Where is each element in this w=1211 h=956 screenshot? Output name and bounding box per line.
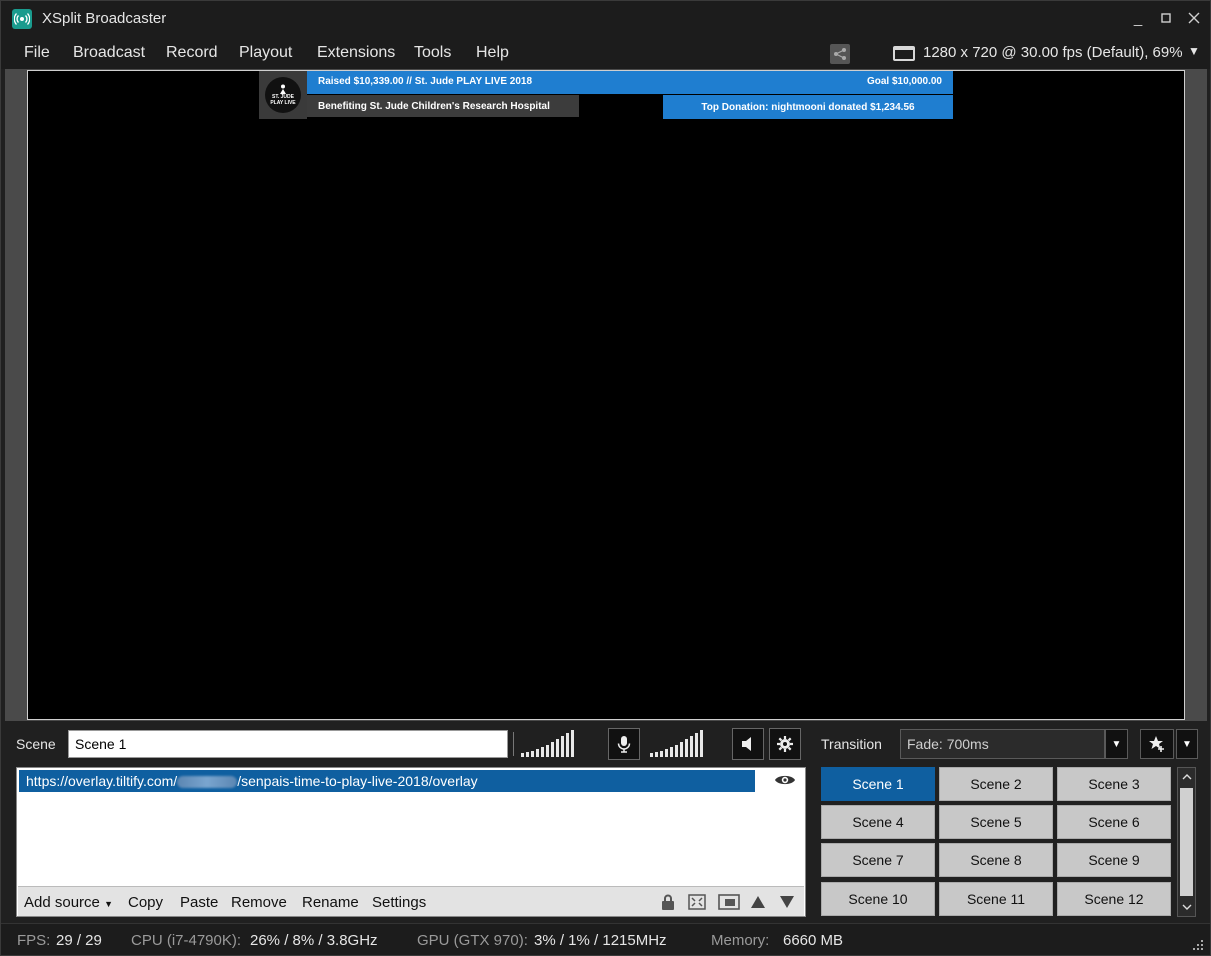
overlay-benefit-text: Benefiting St. Jude Children's Research … [318,101,550,112]
star-add-icon [1149,736,1164,752]
resolution-caret-icon[interactable]: ▼ [1188,44,1200,58]
remove-button[interactable]: Remove [231,894,287,911]
stage-preview[interactable] [27,70,1185,720]
divider [513,732,514,756]
menu-tools[interactable]: Tools [414,44,451,62]
xsplit-broadcast-icon [12,9,32,29]
speaker-icon [742,737,751,751]
scene-button-11[interactable]: Scene 11 [939,882,1053,916]
fps-label: FPS: [17,932,51,949]
source-url-prefix: https://overlay.tiltify.com/ [26,773,178,789]
close-button[interactable] [1186,7,1202,29]
settings-button[interactable]: Settings [372,894,426,911]
monitor-icon [893,46,915,61]
menu-record[interactable]: Record [166,44,218,62]
memory-value: 6660 MB [783,932,844,949]
st-jude-figure-icon [280,84,286,94]
source-toolbar: Add source ▼ Copy Paste Remove Rename Se… [18,886,804,916]
scene-button-9[interactable]: Scene 9 [1057,843,1171,877]
transition-effects-button[interactable] [1140,729,1174,759]
overlay-raised-text: Raised $10,339.00 // St. Jude PLAY LIVE … [318,76,533,87]
copy-button[interactable]: Copy [128,894,163,911]
minimize-button[interactable]: _ [1130,7,1146,29]
scroll-up-icon[interactable] [1178,768,1195,786]
picture-in-picture-icon[interactable] [717,894,741,910]
audio-settings-button[interactable] [769,728,801,760]
scene-button-2[interactable]: Scene 2 [939,767,1053,801]
move-down-icon[interactable] [778,894,796,910]
close-icon [1188,12,1200,24]
scene-button-10[interactable]: Scene 10 [821,882,935,916]
transition-label: Transition [821,736,882,752]
scroll-down-icon[interactable] [1178,898,1195,916]
menu-playout[interactable]: Playout [239,44,292,62]
maximize-button[interactable] [1158,7,1174,29]
scene-button-6[interactable]: Scene 6 [1057,805,1171,839]
scene-button-4[interactable]: Scene 4 [821,805,935,839]
scene-label: Scene [16,736,56,752]
scene-button-1[interactable]: Scene 1 [821,767,935,801]
scene-name-input[interactable] [68,730,508,758]
overlay-raised-bar: Raised $10,339.00 // St. Jude PLAY LIVE … [307,71,953,94]
effects-dropdown-icon[interactable]: ▼ [1176,729,1198,759]
overlay-top-donation-text: Top Donation: nightmooni donated $1,234.… [701,102,915,113]
memory-label: Memory: [711,932,770,949]
speaker-button[interactable] [732,728,764,760]
microphone-button[interactable] [608,728,640,760]
share-icon[interactable] [830,44,850,64]
move-up-icon[interactable] [749,894,767,910]
menu-file[interactable]: File [24,44,50,62]
scene-button-5[interactable]: Scene 5 [939,805,1053,839]
overlay-goal-text: Goal $10,000.00 [866,76,942,87]
logo-line2: PLAY LIVE [270,100,296,106]
st-jude-logo: ST. JUDE PLAY LIVE [259,71,307,119]
scene-button-7[interactable]: Scene 7 [821,843,935,877]
lock-icon[interactable] [659,894,677,910]
add-source-button[interactable]: Add source ▼ [24,894,113,911]
overlay-benefit-bar: Benefiting St. Jude Children's Research … [307,95,579,117]
resize-grip-icon[interactable] [1192,939,1204,951]
mic-volume-meter[interactable] [521,729,574,757]
gpu-value: 3% / 1% / 1215MHz [534,932,667,949]
gpu-label: GPU (GTX 970): [417,932,528,949]
microphone-icon [617,736,631,753]
transition-dropdown-icon[interactable]: ▼ [1105,729,1128,759]
gear-icon [777,736,793,752]
menu-extensions[interactable]: Extensions [317,44,395,62]
overlay-top-donation-bar: Top Donation: nightmooni donated $1,234.… [663,95,953,119]
sources-list[interactable]: https://overlay.tiltify.com/ /senpais-tim… [16,767,806,917]
scroll-thumb[interactable] [1180,788,1193,896]
speaker-volume-meter[interactable] [650,729,703,757]
status-bar: FPS: 29 / 29 CPU (i7-4790K): 26% / 8% / … [1,923,1210,955]
rename-button[interactable]: Rename [302,894,359,911]
title-bar: XSplit Broadcaster _ [1,1,1210,37]
menu-broadcast[interactable]: Broadcast [73,44,145,62]
paste-button[interactable]: Paste [180,894,218,911]
cpu-label: CPU (i7-4790K): [131,932,242,949]
scene-button-12[interactable]: Scene 12 [1057,882,1171,916]
visibility-eye-icon[interactable] [774,773,796,787]
transition-select[interactable]: Fade: 700ms [900,729,1105,759]
fps-value: 29 / 29 [56,932,102,949]
tiltify-overlay[interactable]: ST. JUDE PLAY LIVE Raised $10,339.00 // … [259,71,953,119]
fit-screen-icon[interactable] [688,894,706,910]
resolution-display[interactable]: 1280 x 720 @ 30.00 fps (Default), 69% [923,44,1183,61]
app-window: XSplit Broadcaster _ File Broadcast Reco… [0,0,1211,956]
scene-scrollbar[interactable] [1177,767,1196,917]
scene-button-3[interactable]: Scene 3 [1057,767,1171,801]
source-url-suffix: /senpais-time-to-play-live-2018/overlay [237,773,478,789]
scene-button-8[interactable]: Scene 8 [939,843,1053,877]
maximize-icon [1161,13,1171,23]
source-item[interactable]: https://overlay.tiltify.com/ /senpais-tim… [19,770,755,792]
cpu-value: 26% / 8% / 3.8GHz [250,932,378,949]
window-controls: _ [1130,7,1202,29]
window-title: XSplit Broadcaster [42,10,167,27]
redacted-blur [177,776,238,789]
menu-help[interactable]: Help [476,44,509,62]
